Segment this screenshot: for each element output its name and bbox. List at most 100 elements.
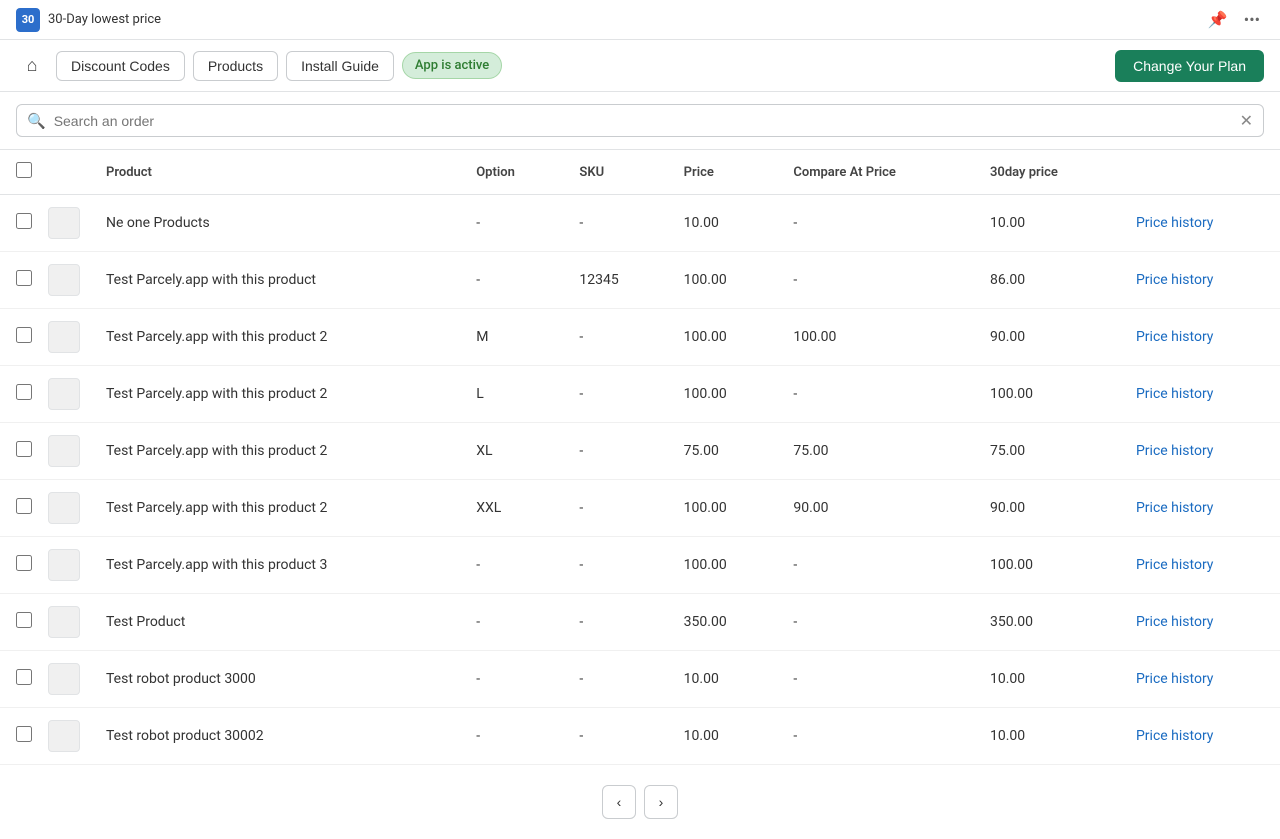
header-price: Price	[668, 150, 778, 195]
row-30day-price: 90.00	[974, 480, 1120, 537]
table-row: Test Parcely.app with this product 2 XXL…	[0, 480, 1280, 537]
row-thumb-cell	[40, 480, 90, 537]
search-input[interactable]	[54, 113, 1232, 129]
row-history-cell: Price history	[1120, 708, 1280, 765]
product-thumbnail	[48, 663, 80, 695]
row-thumb-cell	[40, 708, 90, 765]
row-option: -	[460, 537, 563, 594]
next-page-button[interactable]: ›	[644, 785, 678, 819]
row-compare-at-price: -	[777, 594, 974, 651]
row-checkbox-6[interactable]	[16, 555, 32, 571]
row-checkbox-4[interactable]	[16, 441, 32, 457]
more-icon[interactable]: •••	[1240, 6, 1264, 33]
price-history-link[interactable]: Price history	[1136, 272, 1213, 288]
row-product-name: Test Parcely.app with this product 2	[90, 309, 460, 366]
row-thumb-cell	[40, 537, 90, 594]
row-checkbox-2[interactable]	[16, 327, 32, 343]
row-price: 100.00	[668, 480, 778, 537]
row-checkbox-cell	[0, 309, 40, 366]
row-30day-price: 10.00	[974, 651, 1120, 708]
row-history-cell: Price history	[1120, 195, 1280, 252]
row-product-name: Test Parcely.app with this product 3	[90, 537, 460, 594]
row-checkbox-8[interactable]	[16, 669, 32, 685]
row-option: -	[460, 594, 563, 651]
row-thumb-cell	[40, 594, 90, 651]
row-option: L	[460, 366, 563, 423]
row-sku: -	[563, 309, 667, 366]
product-thumbnail	[48, 378, 80, 410]
row-option: XL	[460, 423, 563, 480]
header-checkbox-col	[0, 150, 40, 195]
product-thumbnail	[48, 321, 80, 353]
price-history-link[interactable]: Price history	[1136, 443, 1213, 459]
row-checkbox-cell	[0, 195, 40, 252]
row-compare-at-price: -	[777, 651, 974, 708]
row-checkbox-5[interactable]	[16, 498, 32, 514]
row-checkbox-3[interactable]	[16, 384, 32, 400]
row-thumb-cell	[40, 195, 90, 252]
table-row: Test Parcely.app with this product 2 L -…	[0, 366, 1280, 423]
row-option: -	[460, 252, 563, 309]
price-history-link[interactable]: Price history	[1136, 215, 1213, 231]
table-row: Test Parcely.app with this product - 123…	[0, 252, 1280, 309]
row-product-name: Test robot product 30002	[90, 708, 460, 765]
row-checkbox-cell	[0, 708, 40, 765]
product-thumbnail	[48, 492, 80, 524]
product-thumbnail	[48, 435, 80, 467]
price-history-link[interactable]: Price history	[1136, 386, 1213, 402]
price-history-link[interactable]: Price history	[1136, 728, 1213, 744]
row-30day-price: 75.00	[974, 423, 1120, 480]
row-price: 10.00	[668, 708, 778, 765]
row-option: -	[460, 708, 563, 765]
row-product-name: Test Parcely.app with this product 2	[90, 366, 460, 423]
row-option: -	[460, 651, 563, 708]
home-button[interactable]: ⌂	[16, 50, 48, 82]
row-product-name: Test Parcely.app with this product 2	[90, 423, 460, 480]
row-thumb-cell	[40, 366, 90, 423]
row-compare-at-price: -	[777, 366, 974, 423]
price-history-link[interactable]: Price history	[1136, 671, 1213, 687]
table-row: Test Parcely.app with this product 2 M -…	[0, 309, 1280, 366]
row-price: 350.00	[668, 594, 778, 651]
row-checkbox-cell	[0, 594, 40, 651]
row-thumb-cell	[40, 651, 90, 708]
price-history-link[interactable]: Price history	[1136, 614, 1213, 630]
header-thumb-col	[40, 150, 90, 195]
row-checkbox-7[interactable]	[16, 612, 32, 628]
row-product-name: Test Product	[90, 594, 460, 651]
header-option: Option	[460, 150, 563, 195]
change-plan-button[interactable]: Change Your Plan	[1115, 50, 1264, 82]
row-thumb-cell	[40, 309, 90, 366]
row-history-cell: Price history	[1120, 594, 1280, 651]
price-history-link[interactable]: Price history	[1136, 557, 1213, 573]
prev-page-button[interactable]: ‹	[602, 785, 636, 819]
price-history-link[interactable]: Price history	[1136, 329, 1213, 345]
row-history-cell: Price history	[1120, 537, 1280, 594]
row-checkbox-0[interactable]	[16, 213, 32, 229]
row-price: 10.00	[668, 195, 778, 252]
product-thumbnail	[48, 264, 80, 296]
app-logo: 30	[16, 8, 40, 32]
product-thumbnail	[48, 606, 80, 638]
select-all-checkbox[interactable]	[16, 162, 32, 178]
row-compare-at-price: -	[777, 195, 974, 252]
row-price: 100.00	[668, 309, 778, 366]
table-row: Ne one Products - - 10.00 - 10.00 Price …	[0, 195, 1280, 252]
row-price: 100.00	[668, 252, 778, 309]
products-button[interactable]: Products	[193, 51, 278, 81]
row-history-cell: Price history	[1120, 651, 1280, 708]
row-30day-price: 100.00	[974, 366, 1120, 423]
row-checkbox-9[interactable]	[16, 726, 32, 742]
header-actions	[1120, 150, 1280, 195]
price-history-link[interactable]: Price history	[1136, 500, 1213, 516]
pin-icon[interactable]: 📌	[1204, 6, 1232, 33]
row-checkbox-1[interactable]	[16, 270, 32, 286]
install-guide-button[interactable]: Install Guide	[286, 51, 394, 81]
header-product: Product	[90, 150, 460, 195]
row-product-name: Ne one Products	[90, 195, 460, 252]
product-thumbnail	[48, 207, 80, 239]
search-clear-icon[interactable]: ✕	[1240, 111, 1253, 130]
table-row: Test robot product 3000 - - 10.00 - 10.0…	[0, 651, 1280, 708]
discount-codes-button[interactable]: Discount Codes	[56, 51, 185, 81]
table-row: Test robot product 30002 - - 10.00 - 10.…	[0, 708, 1280, 765]
